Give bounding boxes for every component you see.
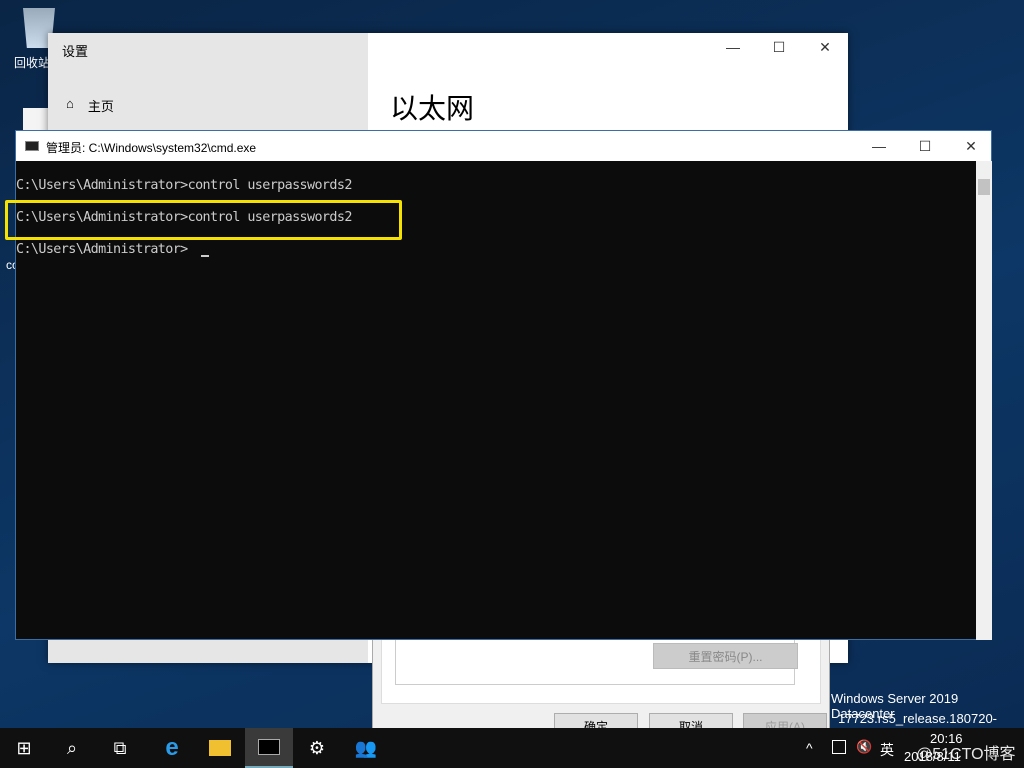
close-button[interactable]: ✕ xyxy=(802,33,848,61)
highlight-box xyxy=(5,200,402,240)
network-warning-icon[interactable] xyxy=(832,740,846,754)
file-icon[interactable] xyxy=(23,108,49,130)
settings-home[interactable]: ⌂ 主页 xyxy=(66,96,114,115)
page-heading: 以太网 xyxy=(390,93,475,124)
home-label: 主页 xyxy=(87,99,114,114)
show-hidden-icons[interactable]: ^ xyxy=(806,740,813,756)
reset-password-button[interactable]: 重置密码(P)... xyxy=(653,643,798,669)
search-icon[interactable]: ⌕ xyxy=(48,728,96,768)
console-line: C:\Users\Administrator> xyxy=(16,242,188,257)
site-watermark: @51CTO博客 xyxy=(916,746,1016,763)
ime-indicator[interactable]: 英 xyxy=(880,740,894,760)
close-button[interactable]: ✕ xyxy=(948,131,994,161)
cmd-icon xyxy=(25,141,39,151)
minimize-button[interactable]: — xyxy=(710,33,756,61)
cmd-taskbar-icon[interactable] xyxy=(245,728,293,768)
users-icon[interactable]: 👥 xyxy=(342,728,390,768)
home-icon: ⌂ xyxy=(66,96,74,111)
maximize-button[interactable]: ☐ xyxy=(902,131,948,161)
ie-icon[interactable]: e xyxy=(148,728,196,768)
file-explorer-icon[interactable] xyxy=(196,728,244,768)
volume-muted-icon[interactable]: 🔇 xyxy=(856,739,872,755)
minimize-button[interactable]: — xyxy=(856,131,902,161)
cursor xyxy=(201,255,209,257)
settings-gear-icon[interactable]: ⚙ xyxy=(293,728,341,768)
settings-title: 设置 xyxy=(62,44,89,59)
maximize-button[interactable]: ☐ xyxy=(756,33,802,61)
taskbar: ⊞ ⌕ ⧉ e ⚙ 👥 ^ 🔇 英 20:16 2018/8/11 @51CTO… xyxy=(0,728,1024,768)
start-icon[interactable]: ⊞ xyxy=(0,728,48,768)
cmd-title: 管理员: C:\Windows\system32\cmd.exe xyxy=(46,141,257,155)
cmd-titlebar[interactable]: 管理员: C:\Windows\system32\cmd.exe — ☐ ✕ xyxy=(16,131,991,161)
scrollbar[interactable] xyxy=(976,161,992,640)
task-view-icon[interactable]: ⧉ xyxy=(96,728,144,768)
console-line: C:\Users\Administrator>control userpassw… xyxy=(16,178,352,193)
scroll-thumb[interactable] xyxy=(978,179,990,195)
